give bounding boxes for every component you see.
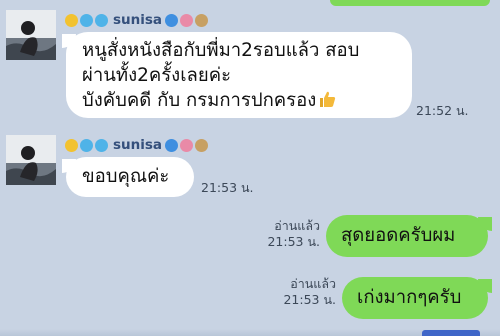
avatar[interactable] xyxy=(6,135,56,185)
message-text-line: หนูสั่งหนังสือกับพี่มา2รอบแล้ว สอบ xyxy=(82,40,360,61)
read-label: อ่านแล้ว xyxy=(274,218,320,233)
sender-name-row: sunisa xyxy=(65,10,210,30)
read-receipt: อ่านแล้ว 21:53 น. xyxy=(250,276,336,308)
message-bubble[interactable]: ขอบคุณค่ะ xyxy=(66,157,194,197)
whale-icon xyxy=(80,138,93,152)
whale-icon xyxy=(80,13,93,27)
previous-message-bubble xyxy=(330,0,490,6)
sender-name: sunisa xyxy=(113,12,163,28)
octopus-icon xyxy=(180,13,194,27)
message-text-line: เก่งมากๆครับ xyxy=(357,287,462,308)
message-time: 21:53 น. xyxy=(201,180,254,195)
input-bar-edge xyxy=(0,329,500,336)
message-text-line: ขอบคุณค่ะ xyxy=(82,166,170,187)
message-time: 21:53 น. xyxy=(283,292,336,307)
message-bubble[interactable]: เก่งมากๆครับ xyxy=(342,277,488,319)
message-bubble[interactable]: หนูสั่งหนังสือกับพี่มา2รอบแล้ว สอบ ผ่านท… xyxy=(66,32,412,118)
fish-icon xyxy=(65,138,78,152)
fish-icon xyxy=(65,13,78,27)
sender-name-row: sunisa xyxy=(65,135,210,155)
message-text-line: ผ่านทั้ง2ครั้งเลยค่ะ xyxy=(82,65,232,86)
message-time: 21:52 น. xyxy=(416,103,469,118)
message-text-line: สุดยอดครับผม xyxy=(341,225,456,246)
message-time: 21:53 น. xyxy=(267,234,320,249)
whale-icon xyxy=(95,138,108,152)
read-label: อ่านแล้ว xyxy=(290,276,336,291)
avatar[interactable] xyxy=(6,10,56,60)
dolphin-icon xyxy=(165,13,179,27)
message-bubble[interactable]: สุดยอดครับผม xyxy=(326,215,488,257)
dolphin-icon xyxy=(165,138,179,152)
thumbs-up-icon xyxy=(318,90,336,108)
read-receipt: อ่านแล้ว 21:53 น. xyxy=(234,218,320,250)
whale-icon xyxy=(95,13,108,27)
octopus-icon xyxy=(180,138,194,152)
send-button-edge[interactable] xyxy=(422,330,480,336)
message-text-line: บังคับคดี กับ กรมการปกครอง xyxy=(82,90,317,111)
blowfish-icon xyxy=(195,13,209,27)
blowfish-icon xyxy=(195,138,209,152)
sender-name: sunisa xyxy=(113,137,163,153)
